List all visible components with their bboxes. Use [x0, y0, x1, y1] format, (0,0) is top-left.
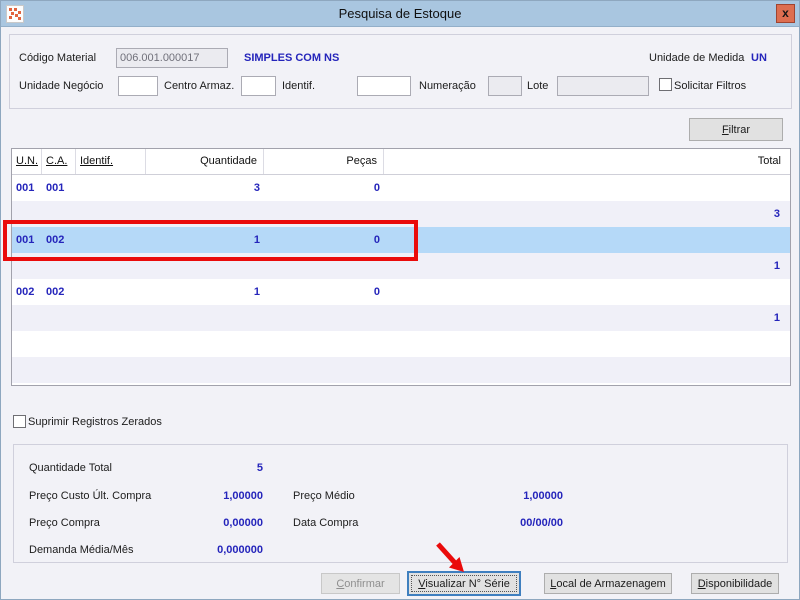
suprimir-zerados-label: Suprimir Registros Zerados — [28, 416, 162, 428]
preco-compra-label: Preço Compra — [29, 517, 100, 529]
solicitar-filtros-label: Solicitar Filtros — [674, 80, 747, 92]
lote-label: Lote — [527, 80, 549, 92]
codigo-material-field — [116, 48, 228, 68]
filtrar-button[interactable]: Filtrar — [689, 118, 783, 141]
table-total-row: 1 — [12, 253, 790, 279]
title-bar: Pesquisa de Estoque x — [1, 1, 799, 27]
identif-field[interactable] — [357, 76, 411, 96]
stock-table: U.N. C.A. Identif. Quantidade Peças Tota… — [11, 148, 791, 386]
column-header-ca[interactable]: C.A. — [42, 149, 76, 174]
preco-compra-value: 0,00000 — [223, 517, 263, 529]
table-header-row: U.N. C.A. Identif. Quantidade Peças Tota… — [12, 149, 790, 175]
disponibilidade-button[interactable]: Disponibilidade — [691, 573, 779, 594]
numeracao-label: Numeração — [419, 80, 476, 92]
confirmar-button: Confirmar — [321, 573, 400, 594]
quantidade-total-value: 5 — [256, 462, 263, 474]
column-header-pecas[interactable]: Peças — [264, 149, 384, 174]
lote-field — [557, 76, 649, 96]
column-header-total[interactable]: Total — [384, 149, 790, 174]
column-header-quantidade[interactable]: Quantidade — [146, 149, 264, 174]
local-armazenagem-button[interactable]: Local de Armazenagem — [544, 573, 672, 594]
demanda-media-label: Demanda Média/Mês — [29, 544, 134, 556]
unidade-negocio-field[interactable] — [118, 76, 158, 96]
close-button[interactable]: x — [776, 4, 795, 23]
preco-medio-value: 1,00000 — [523, 490, 563, 502]
table-total-row: 1 — [12, 305, 790, 331]
material-description: SIMPLES COM NS — [244, 52, 340, 64]
table-total-row: 3 — [12, 201, 790, 227]
solicitar-filtros-checkbox[interactable] — [659, 78, 672, 91]
filter-groupbox — [9, 34, 792, 109]
codigo-material-label: Código Material — [19, 52, 97, 64]
centro-armaz-field[interactable] — [241, 76, 276, 96]
demanda-media-value: 0,000000 — [217, 544, 263, 556]
unidade-medida-label: Unidade de Medida — [649, 52, 745, 64]
suprimir-zerados-checkbox[interactable] — [13, 415, 26, 428]
data-compra-label: Data Compra — [293, 517, 359, 529]
table-row-selected[interactable]: 001 002 1 0 — [12, 227, 790, 253]
table-empty-row — [12, 357, 790, 383]
unidade-medida-value: UN — [751, 52, 767, 64]
window-title: Pesquisa de Estoque — [338, 6, 462, 21]
pesquisa-estoque-dialog: Pesquisa de Estoque x Código Material SI… — [0, 0, 800, 600]
table-row[interactable]: 001 001 3 0 — [12, 175, 790, 201]
quantidade-total-label: Quantidade Total — [29, 462, 112, 474]
preco-custo-label: Preço Custo Últ. Compra — [29, 490, 152, 502]
centro-armaz-label: Centro Armaz. — [164, 80, 235, 92]
data-compra-value: 00/00/00 — [520, 517, 563, 529]
column-header-identif[interactable]: Identif. — [76, 149, 146, 174]
preco-custo-value: 1,00000 — [223, 490, 263, 502]
preco-medio-label: Preço Médio — [293, 490, 355, 502]
column-header-un[interactable]: U.N. — [12, 149, 42, 174]
numeracao-field — [488, 76, 522, 96]
unidade-negocio-label: Unidade Negócio — [19, 80, 104, 92]
table-empty-row — [12, 331, 790, 357]
table-row[interactable]: 002 002 1 0 — [12, 279, 790, 305]
visualizar-serie-button[interactable]: Visualizar N° Série — [407, 571, 521, 596]
identif-label: Identif. — [282, 80, 316, 92]
